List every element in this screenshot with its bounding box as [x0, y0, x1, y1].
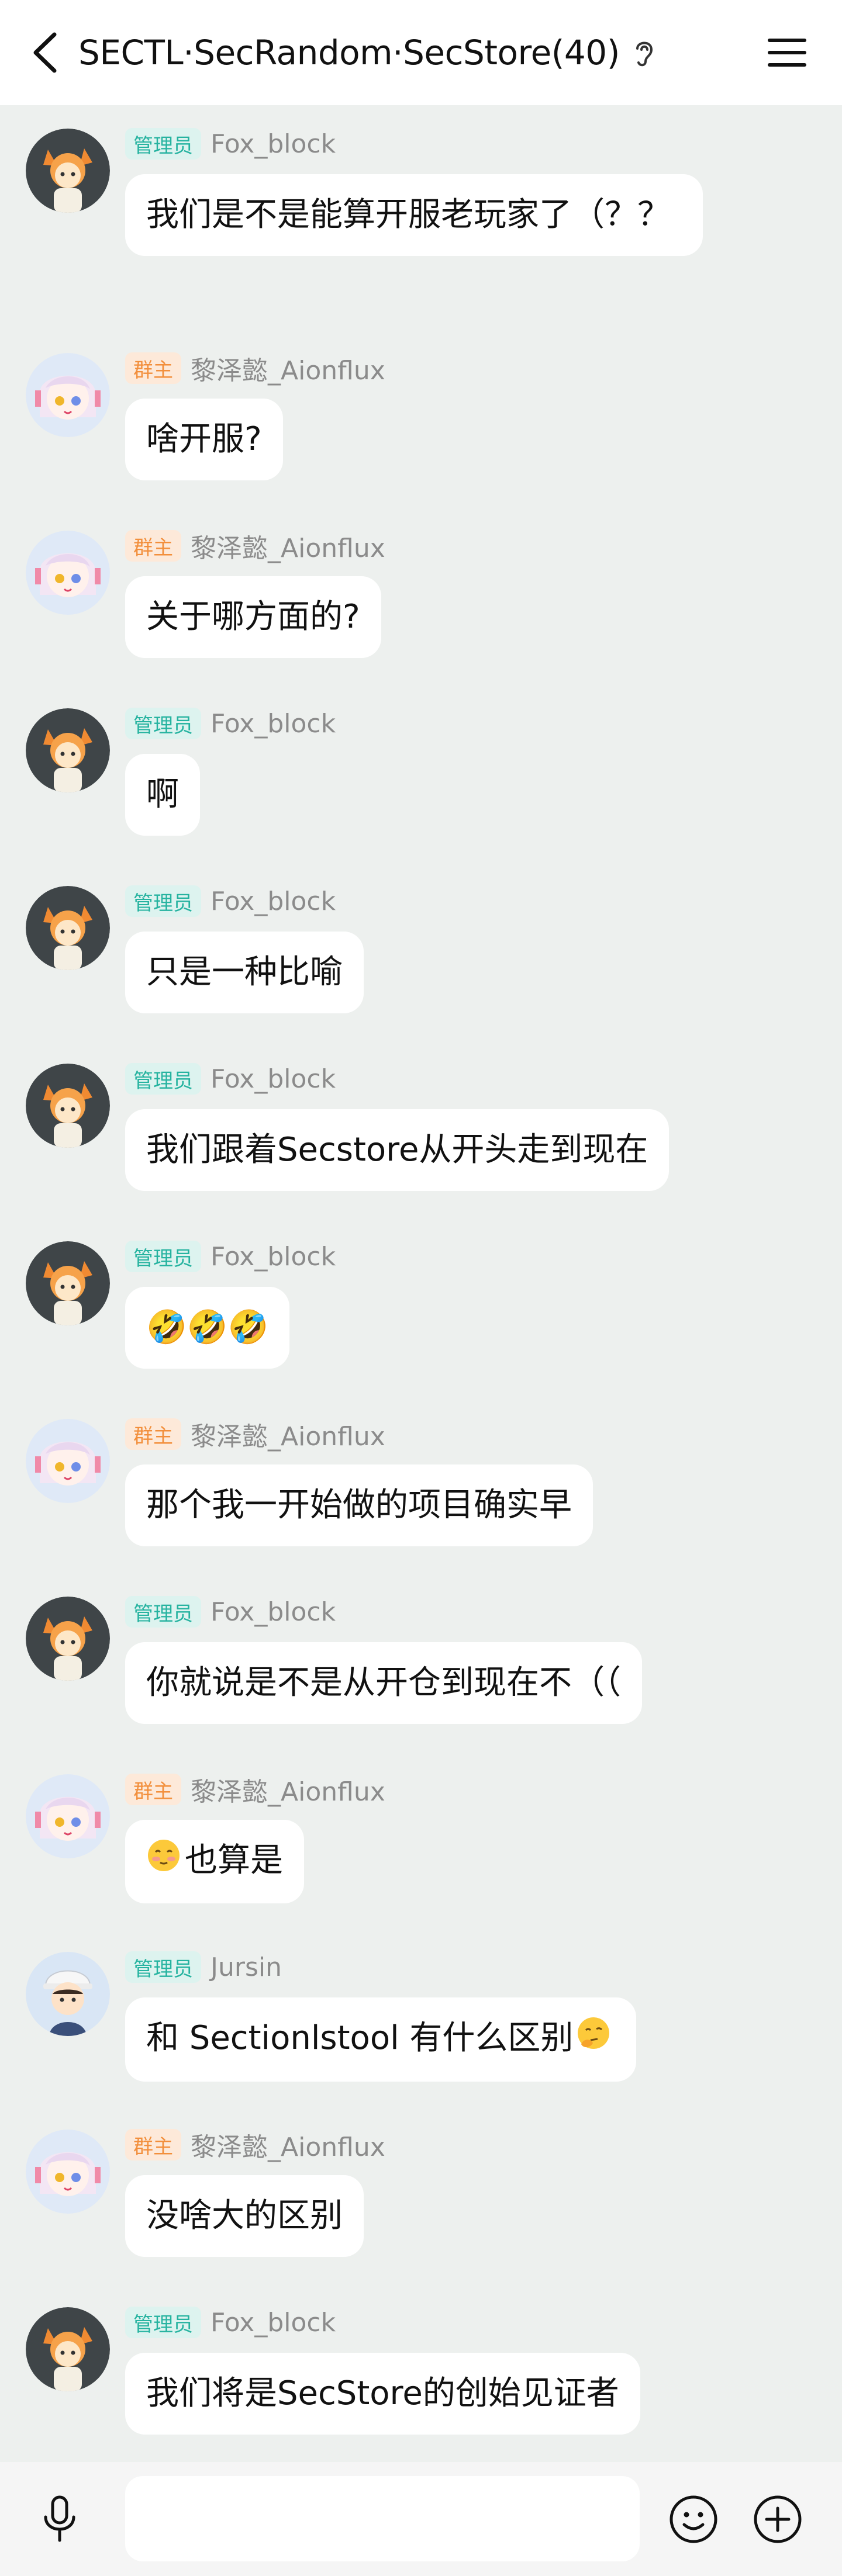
message-item: 群主 黎泽懿_Aionflux 关于哪方面的? [0, 518, 842, 687]
sender-meta: 群主 黎泽懿_Aionflux [125, 527, 385, 565]
role-badge: 管理员 [125, 885, 201, 917]
message-item: 群主 黎泽懿_Aionflux 那个我一开始做的项目确实早 [0, 1406, 842, 1576]
fox-avatar[interactable] [26, 708, 110, 792]
role-badge: 管理员 [125, 2307, 201, 2338]
sender-meta: 群主 黎泽懿_Aionflux [125, 1771, 385, 1808]
sender-meta: 管理员 Fox_block [125, 1062, 336, 1095]
message-bubble[interactable]: 我们将是SecStore的创始见证者 [125, 2353, 640, 2435]
message-text: 和 Sectionlstool 有什么区别 [146, 2019, 574, 2057]
emoji-button[interactable] [668, 2494, 719, 2545]
role-badge: 管理员 [125, 1241, 201, 1272]
role-badge: 管理员 [125, 1596, 201, 1628]
message-item: 群主 黎泽懿_Aionflux 啥开服? [0, 340, 842, 510]
chat-title: SECTL·SecRandom·SecStore(40) [78, 33, 620, 72]
role-badge: 群主 [125, 530, 181, 562]
sender-meta: 管理员 Fox_block [125, 707, 336, 740]
chat-header: SECTL·SecRandom·SecStore(40) [0, 0, 842, 105]
message-item: 管理员 Fox_block 🤣🤣🤣 [0, 1228, 842, 1398]
sender-name[interactable]: 黎泽懿_Aionflux [191, 1415, 385, 1453]
sender-name[interactable]: 黎泽懿_Aionflux [191, 349, 385, 387]
thinking-face-icon [575, 2015, 612, 2065]
message-bubble[interactable]: 没啥大的区别 [125, 2175, 364, 2257]
sender-meta: 管理员 Fox_block [125, 127, 336, 160]
message-item: 管理员 Fox_block 啊 [0, 695, 842, 865]
message-bubble[interactable]: 和 Sectionlstool 有什么区别 [125, 1997, 637, 2082]
sender-name[interactable]: Fox_block [210, 709, 336, 739]
message-item: 群主 黎泽懿_Aionflux 也算是 [0, 1761, 842, 1931]
message-bubble[interactable]: 啊 [125, 754, 200, 836]
anime-girl-avatar[interactable] [26, 2130, 110, 2214]
sender-name[interactable]: Jursin [210, 1952, 282, 1982]
message-bubble[interactable]: 那个我一开始做的项目确实早 [125, 1464, 593, 1546]
blushing-face-icon [146, 1838, 181, 1887]
role-badge: 群主 [125, 2129, 181, 2160]
sender-meta: 管理员 Fox_block [125, 1595, 336, 1628]
message-item: 管理员 Fox_block 我们跟着Secstore从开头走到现在 [0, 1051, 842, 1220]
message-bubble[interactable]: 关于哪方面的? [125, 576, 381, 658]
anime-girl-avatar[interactable] [26, 1419, 110, 1503]
sender-name[interactable]: Fox_block [210, 1064, 336, 1094]
fox-avatar[interactable] [26, 129, 110, 213]
role-badge: 管理员 [125, 708, 201, 739]
fox-avatar[interactable] [26, 1597, 110, 1681]
boy-avatar[interactable] [26, 1952, 110, 2036]
fox-avatar[interactable] [26, 2307, 110, 2391]
role-badge: 群主 [125, 1418, 181, 1450]
role-badge: 管理员 [125, 1951, 201, 1983]
sender-meta: 群主 黎泽懿_Aionflux [125, 1415, 385, 1453]
sender-name[interactable]: Fox_block [210, 129, 336, 159]
microphone-icon [44, 2495, 75, 2542]
sender-name[interactable]: 黎泽懿_Aionflux [191, 1771, 385, 1808]
sender-meta: 管理员 Fox_block [125, 885, 336, 917]
chevron-left-icon [33, 32, 57, 73]
message-bubble[interactable]: 你就说是不是从开仓到现在不（（ [125, 1642, 642, 1724]
sender-meta: 群主 黎泽懿_Aionflux [125, 2126, 385, 2163]
message-text: 也算是 [185, 1841, 283, 1879]
chat-title-wrap[interactable]: SECTL·SecRandom·SecStore(40) [78, 29, 656, 76]
message-bubble[interactable]: 只是一种比喻 [125, 932, 364, 1013]
role-badge: 管理员 [125, 1063, 201, 1095]
sender-meta: 管理员 Fox_block [125, 2306, 336, 2339]
message-bubble[interactable]: 我们跟着Secstore从开头走到现在 [125, 1109, 670, 1191]
message-bubble[interactable]: 啥开服? [125, 399, 283, 480]
message-list[interactable]: 管理员 Fox_block 我们是不是能算开服老玩家了（？？ 群主 黎泽懿_Ai… [0, 105, 842, 2462]
ear-icon [633, 37, 656, 68]
sender-name[interactable]: Fox_block [210, 1242, 336, 1272]
message-bubble[interactable]: 🤣🤣🤣 [125, 1287, 290, 1369]
message-composer [0, 2462, 842, 2576]
message-item: 管理员 Fox_block 只是一种比喻 [0, 873, 842, 1043]
menu-button[interactable] [765, 29, 809, 76]
hamburger-menu-icon [768, 39, 806, 67]
sender-name[interactable]: Fox_block [210, 887, 336, 916]
sender-name[interactable]: 黎泽懿_Aionflux [191, 527, 385, 565]
sender-meta: 管理员 Jursin [125, 1951, 282, 1983]
anime-girl-avatar[interactable] [26, 531, 110, 615]
back-button[interactable] [21, 26, 68, 79]
message-input[interactable] [125, 2476, 640, 2561]
message-item: 管理员 Fox_block 我们是不是能算开服老玩家了（？？ [0, 116, 842, 326]
message-bubble[interactable]: 也算是 [125, 1820, 304, 1903]
message-bubble[interactable]: 我们是不是能算开服老玩家了（？？ [125, 174, 703, 256]
smiley-icon [670, 2495, 717, 2543]
plus-circle-icon [754, 2495, 802, 2543]
more-button[interactable] [752, 2494, 803, 2545]
sender-name[interactable]: Fox_block [210, 2308, 336, 2338]
role-badge: 管理员 [125, 128, 201, 160]
fox-avatar[interactable] [26, 1064, 110, 1148]
sender-meta: 群主 黎泽懿_Aionflux [125, 349, 385, 387]
fox-avatar[interactable] [26, 1241, 110, 1325]
anime-girl-avatar[interactable] [26, 353, 110, 437]
voice-button[interactable] [35, 2495, 84, 2544]
message-item: 管理员 Fox_block 我们将是SecStore的创始见证者 [0, 2294, 842, 2462]
role-badge: 群主 [125, 1774, 181, 1805]
role-badge: 群主 [125, 352, 181, 384]
message-item: 管理员 Jursin 和 Sectionlstool 有什么区别 [0, 1939, 842, 2108]
sender-meta: 管理员 Fox_block [125, 1240, 336, 1273]
sender-name[interactable]: Fox_block [210, 1597, 336, 1627]
anime-girl-avatar[interactable] [26, 1774, 110, 1858]
message-item: 管理员 Fox_block 你就说是不是从开仓到现在不（（ [0, 1584, 842, 1753]
fox-avatar[interactable] [26, 886, 110, 970]
message-item: 群主 黎泽懿_Aionflux 没啥大的区别 [0, 2117, 842, 2286]
sender-name[interactable]: 黎泽懿_Aionflux [191, 2126, 385, 2163]
